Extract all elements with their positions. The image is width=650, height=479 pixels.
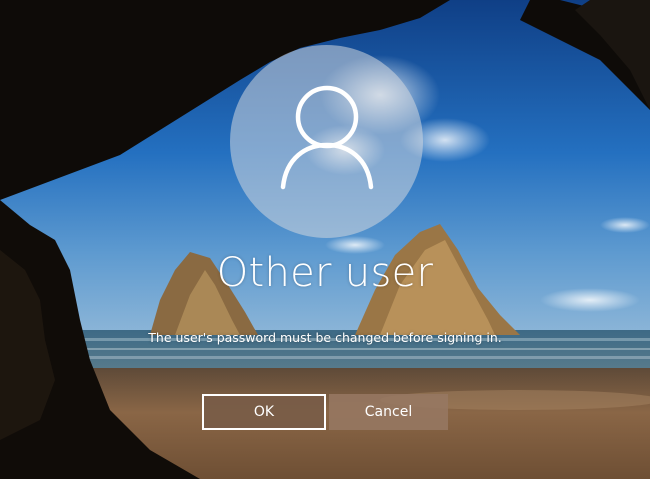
user-name: Other user bbox=[216, 250, 434, 296]
lock-screen: Other user The user's password must be c… bbox=[0, 0, 650, 479]
user-silhouette-icon bbox=[280, 85, 374, 190]
user-avatar bbox=[230, 45, 423, 238]
ok-button[interactable]: OK bbox=[202, 394, 326, 430]
cancel-button[interactable]: Cancel bbox=[329, 394, 448, 430]
password-change-message: The user's password must be changed befo… bbox=[148, 330, 502, 345]
